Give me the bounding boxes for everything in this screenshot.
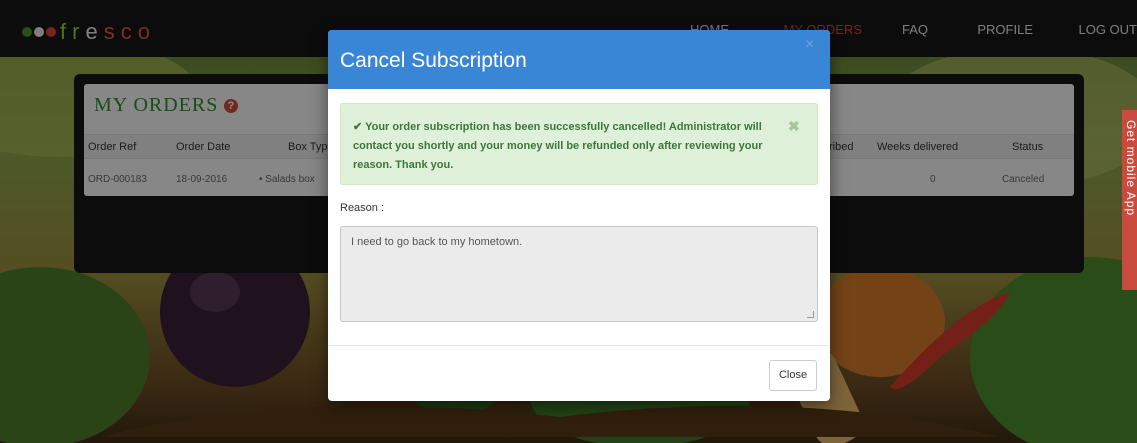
modal-close-icon[interactable]: × <box>805 36 814 54</box>
side-tab-label: Get mobile App <box>1124 120 1137 217</box>
reason-value: I need to go back to my hometown. <box>351 236 523 248</box>
modal-footer-divider <box>328 345 830 346</box>
reason-label: Reason : <box>340 202 385 214</box>
modal-header: Cancel Subscription × <box>328 30 830 89</box>
get-mobile-app-tab[interactable]: Get mobile App <box>1122 110 1137 290</box>
success-alert: ✔ Your order subscription has been succe… <box>340 103 818 185</box>
alert-dismiss-icon[interactable]: ✖ <box>788 118 800 135</box>
modal-title: Cancel Subscription <box>340 49 527 72</box>
reason-textarea[interactable]: I need to go back to my hometown. <box>340 226 818 322</box>
cancel-subscription-modal: Cancel Subscription × ✔ Your order subsc… <box>328 30 830 401</box>
resize-handle-icon[interactable] <box>807 311 814 318</box>
alert-message: ✔ Your order subscription has been succe… <box>353 121 763 171</box>
close-button[interactable]: Close <box>769 360 817 391</box>
